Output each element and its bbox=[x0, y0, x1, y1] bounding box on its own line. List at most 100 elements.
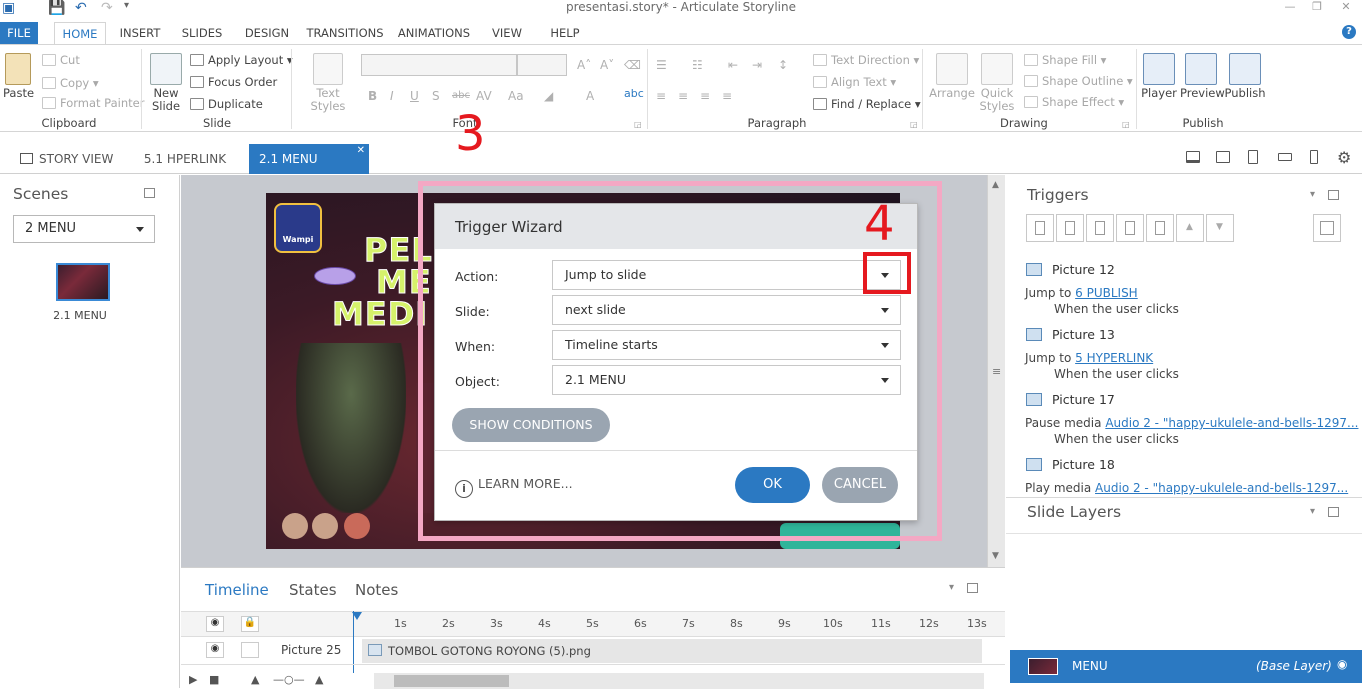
show-conditions-button[interactable]: SHOW CONDITIONS bbox=[452, 408, 610, 442]
when-dropdown[interactable]: Timeline starts bbox=[552, 330, 901, 360]
copy-trigger-button[interactable] bbox=[1086, 214, 1114, 242]
bold-icon[interactable]: B bbox=[368, 89, 377, 103]
font-size-combo[interactable] bbox=[517, 54, 567, 76]
arrange-button[interactable]: Arrange bbox=[929, 53, 975, 100]
zoom-slider[interactable]: —○— bbox=[273, 673, 305, 686]
ufo-image[interactable] bbox=[314, 267, 356, 285]
tab-timeline[interactable]: Timeline bbox=[205, 581, 269, 599]
tablet-landscape-icon[interactable] bbox=[1216, 151, 1230, 163]
text-styles-button[interactable]: Text Styles bbox=[299, 53, 357, 113]
shadow-icon[interactable]: S bbox=[432, 89, 440, 103]
drawing-dialog-launcher-icon[interactable]: ◲ bbox=[1122, 120, 1130, 129]
minimize-icon[interactable]: — bbox=[1280, 0, 1300, 16]
character-spacing-icon[interactable]: AV bbox=[476, 89, 492, 103]
chevron-down-icon[interactable]: ▾ bbox=[949, 582, 954, 593]
trigger-target-link[interactable]: Audio 2 - "happy-ukulele-and-bells-1297.… bbox=[1095, 481, 1348, 495]
desktop-view-icon[interactable] bbox=[1186, 151, 1200, 163]
phone-landscape-icon[interactable] bbox=[1278, 153, 1292, 161]
timeline-row-name[interactable]: Picture 25 bbox=[281, 643, 341, 657]
format-painter-button[interactable]: Format Painter bbox=[42, 96, 144, 110]
trigger-object-picture-12[interactable]: Picture 12 bbox=[1026, 262, 1115, 277]
ok-button[interactable]: OK bbox=[735, 467, 810, 503]
duplicate-button[interactable]: Duplicate bbox=[190, 97, 263, 111]
align-left-icon[interactable]: ≡ bbox=[656, 89, 666, 103]
tab-view[interactable]: VIEW bbox=[487, 22, 527, 44]
learn-more-link[interactable]: i LEARN MORE... bbox=[455, 476, 573, 498]
align-center-icon[interactable]: ≡ bbox=[678, 89, 688, 103]
publish-button[interactable]: Publish bbox=[1224, 53, 1266, 100]
tab-design[interactable]: DESIGN bbox=[240, 22, 294, 44]
chevron-down-icon[interactable]: ▾ bbox=[1310, 506, 1315, 517]
font-color-icon[interactable]: A bbox=[586, 89, 594, 103]
zoom-out-icon[interactable]: ▲ bbox=[251, 673, 259, 686]
eye-icon[interactable]: ◉ bbox=[1337, 657, 1347, 671]
line-spacing-icon[interactable]: ↕ bbox=[778, 58, 788, 72]
maximize-icon[interactable]: ❐ bbox=[1307, 0, 1327, 16]
trigger-target-link[interactable]: 5 HYPERLINK bbox=[1075, 351, 1153, 365]
new-trigger-button[interactable] bbox=[1026, 214, 1054, 242]
tab-file[interactable]: FILE bbox=[0, 22, 38, 44]
slide-title-line3[interactable]: MEDI bbox=[331, 295, 428, 334]
base-layer-row[interactable]: MENU (Base Layer) ◉ bbox=[1010, 650, 1362, 683]
tab-notes[interactable]: Notes bbox=[355, 581, 398, 599]
scene-dropdown[interactable]: 2 MENU bbox=[13, 215, 155, 243]
canvas-vertical-scrollbar[interactable]: ▲ ≡ ▼ bbox=[987, 175, 1005, 567]
stop-icon[interactable]: ■ bbox=[209, 673, 219, 686]
delete-trigger-button[interactable] bbox=[1146, 214, 1174, 242]
shape-outline-button[interactable]: Shape Outline ▾ bbox=[1024, 74, 1133, 88]
phone-portrait-icon[interactable] bbox=[1310, 150, 1318, 164]
trigger-action[interactable]: Jump to 5 HYPERLINK bbox=[1025, 351, 1153, 365]
cut-button[interactable]: Cut bbox=[42, 53, 80, 67]
apply-layout-button[interactable]: Apply Layout ▾ bbox=[190, 53, 293, 67]
trigger-object-picture-18[interactable]: Picture 18 bbox=[1026, 457, 1115, 472]
shrink-font-icon[interactable]: A˅ bbox=[600, 58, 614, 72]
music-note-icon[interactable] bbox=[312, 513, 338, 539]
lock-icon[interactable]: 🔒 bbox=[241, 616, 259, 632]
trigger-object-picture-13[interactable]: Picture 13 bbox=[1026, 327, 1115, 342]
shape-effect-button[interactable]: Shape Effect ▾ bbox=[1024, 95, 1124, 109]
slide-dropdown[interactable]: next slide bbox=[552, 295, 901, 325]
tab-insert[interactable]: INSERT bbox=[115, 22, 165, 44]
music-note-icon[interactable] bbox=[282, 513, 308, 539]
trigger-target-link[interactable]: Audio 2 - "happy-ukulele-and-bells-1297.… bbox=[1105, 416, 1358, 430]
preview-button[interactable]: Preview bbox=[1180, 53, 1225, 100]
increase-indent-icon[interactable]: ⇥ bbox=[752, 58, 762, 72]
play-icon[interactable]: ▶ bbox=[189, 673, 197, 686]
lock-toggle[interactable] bbox=[241, 642, 259, 658]
text-direction-button[interactable]: Text Direction ▾ bbox=[813, 53, 919, 67]
tab-animations[interactable]: ANIMATIONS bbox=[396, 22, 472, 44]
clear-format-icon[interactable]: ⌫ bbox=[624, 58, 641, 72]
trigger-action[interactable]: Jump to 6 PUBLISH bbox=[1025, 286, 1138, 300]
edit-trigger-button[interactable] bbox=[1056, 214, 1084, 242]
eye-icon[interactable]: ◉ bbox=[206, 642, 224, 658]
close-window-icon[interactable]: ✕ bbox=[1336, 0, 1356, 16]
trigger-action[interactable]: Play media Audio 2 - "happy-ukulele-and-… bbox=[1025, 481, 1348, 495]
tree-image[interactable] bbox=[296, 343, 406, 513]
zoom-in-icon[interactable]: ▲ bbox=[315, 673, 323, 686]
timeline-horizontal-scrollbar[interactable] bbox=[374, 673, 984, 689]
tab-transitions[interactable]: TRANSITIONS bbox=[305, 22, 385, 44]
scroll-down-icon[interactable]: ▼ bbox=[992, 551, 999, 561]
panel-dock-icon[interactable] bbox=[1328, 507, 1339, 517]
strikethrough-icon[interactable]: abc bbox=[452, 90, 470, 101]
focus-order-button[interactable]: Focus Order bbox=[190, 75, 277, 89]
variables-button[interactable] bbox=[1313, 214, 1341, 242]
tab-story-view[interactable]: STORY VIEW bbox=[20, 144, 120, 174]
tab-2-1-menu[interactable]: 2.1 MENU ✕ bbox=[249, 144, 369, 174]
font-family-combo[interactable] bbox=[361, 54, 517, 76]
panel-dock-icon[interactable] bbox=[1328, 190, 1339, 200]
numbering-icon[interactable]: ☷ bbox=[692, 58, 703, 72]
help-icon[interactable]: ? bbox=[1342, 25, 1356, 39]
grow-font-icon[interactable]: A˄ bbox=[577, 58, 591, 72]
spell-check-icon[interactable]: abc bbox=[624, 87, 644, 100]
align-text-button[interactable]: Align Text ▾ bbox=[813, 75, 896, 89]
player-button[interactable]: Player bbox=[1141, 53, 1177, 100]
bullets-icon[interactable]: ☰ bbox=[656, 58, 667, 72]
close-tab-icon[interactable]: ✕ bbox=[357, 136, 365, 166]
tab-home[interactable]: HOME bbox=[54, 22, 106, 44]
move-up-button[interactable]: ▲ bbox=[1176, 214, 1204, 242]
copy-button[interactable]: Copy ▾ bbox=[42, 76, 99, 90]
object-dropdown[interactable]: 2.1 MENU bbox=[552, 365, 901, 395]
timeline-object-bar[interactable]: TOMBOL GOTONG ROYONG (5).png bbox=[362, 639, 982, 663]
find-replace-button[interactable]: Find / Replace ▾ bbox=[813, 97, 921, 111]
